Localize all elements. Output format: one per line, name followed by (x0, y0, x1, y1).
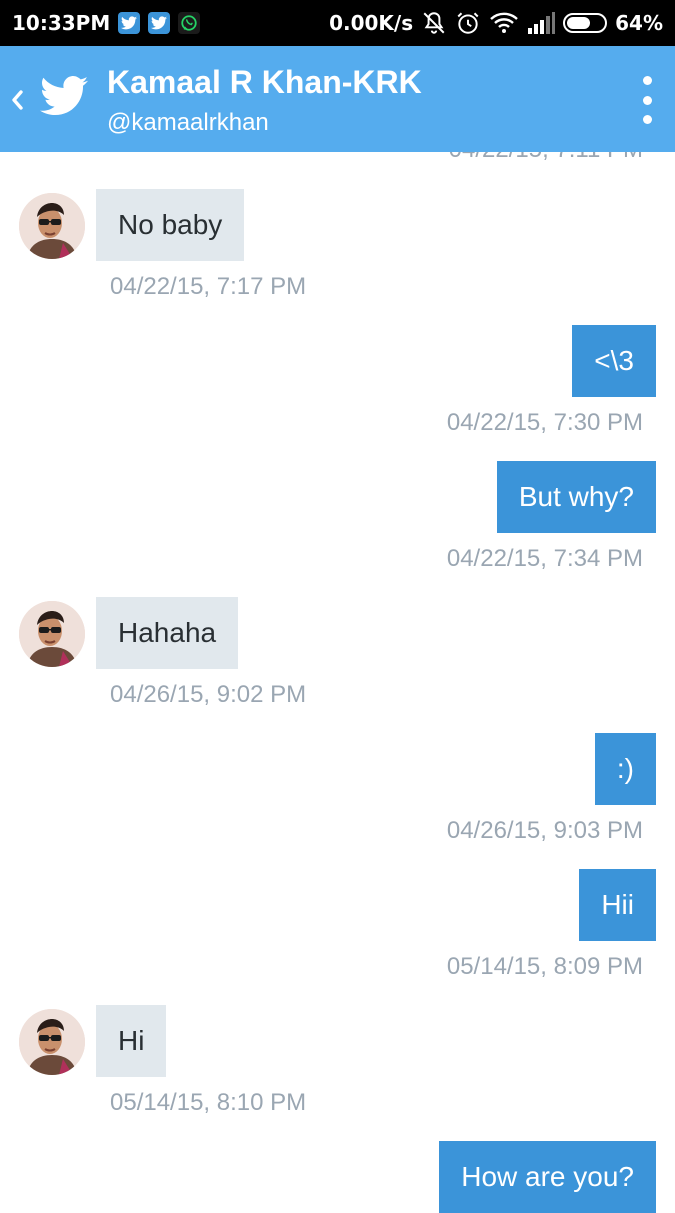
message-timestamp: 05/14/15, 8:10 PM (110, 1089, 307, 1116)
sender-avatar[interactable] (19, 601, 85, 667)
incoming-message-bubble[interactable]: Hahaha (96, 597, 239, 669)
overflow-dot (642, 76, 652, 85)
incoming-message-bubble[interactable]: No baby (96, 189, 245, 261)
overflow-dot (642, 115, 652, 124)
sender-avatar[interactable] (19, 1009, 85, 1075)
twitter-bird-icon[interactable] (40, 76, 88, 121)
outgoing-message-bubble[interactable]: Hii (579, 869, 656, 941)
sender-avatar[interactable] (19, 193, 85, 259)
message-timestamp: 05/14/15, 8:09 PM (446, 953, 643, 980)
outgoing-message-bubble[interactable]: How are you? (439, 1141, 656, 1213)
conversation-title[interactable]: Kamaal R Khan-KRK (107, 64, 422, 101)
overflow-menu-icon[interactable] (635, 76, 659, 124)
message-list: 04/22/15, 7:11 PM No baby04/22/15, 7:17 … (0, 0, 675, 1213)
message-timestamp: 04/22/15, 7:30 PM (446, 409, 643, 436)
conversation-handle[interactable]: @kamaalrkhan (107, 109, 269, 137)
message-timestamp: 04/26/15, 9:02 PM (110, 681, 307, 708)
back-chevron-icon[interactable] (6, 80, 28, 120)
outgoing-message-bubble[interactable]: But why? (496, 461, 656, 533)
message-timestamp: 04/22/15, 7:17 PM (110, 273, 307, 300)
app-bar: Kamaal R Khan-KRK @kamaalrkhan (0, 46, 675, 152)
message-timestamp: 04/22/15, 7:34 PM (446, 545, 643, 572)
message-timestamp: 04/26/15, 9:03 PM (446, 817, 643, 844)
outgoing-message-bubble[interactable]: <\3 (572, 325, 656, 397)
outgoing-message-bubble[interactable]: :) (594, 733, 656, 805)
incoming-message-bubble[interactable]: Hi (96, 1005, 167, 1077)
overflow-dot (642, 95, 652, 105)
